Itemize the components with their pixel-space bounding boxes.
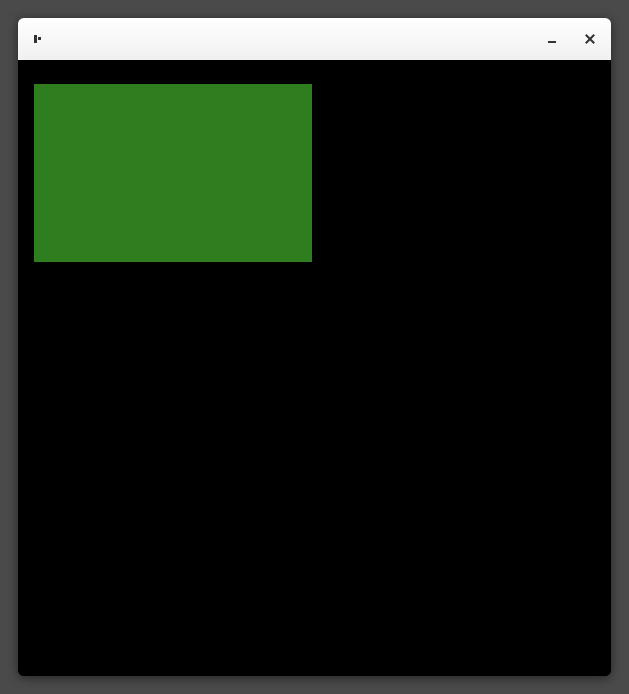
titlebar-left bbox=[32, 33, 52, 45]
green-rectangle bbox=[34, 84, 312, 262]
close-icon bbox=[585, 34, 595, 44]
minimize-button[interactable] bbox=[545, 32, 559, 46]
canvas-area bbox=[18, 60, 611, 676]
titlebar-controls bbox=[545, 32, 597, 46]
close-button[interactable] bbox=[583, 32, 597, 46]
titlebar[interactable] bbox=[18, 18, 611, 60]
app-icon bbox=[32, 33, 44, 45]
application-window bbox=[18, 18, 611, 676]
minimize-icon bbox=[548, 41, 556, 43]
